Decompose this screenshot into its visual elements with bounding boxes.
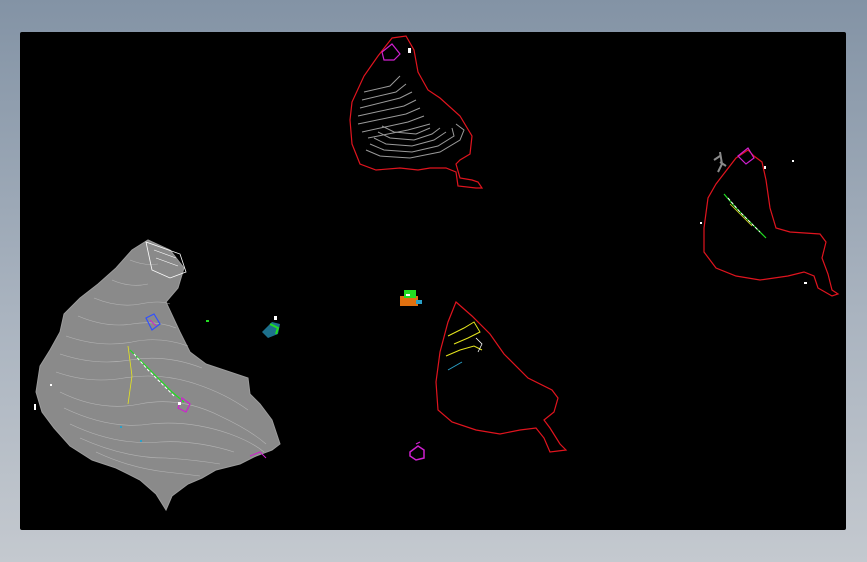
cad-drawing-canvas[interactable] [20, 32, 846, 530]
site-south-features [445, 321, 483, 371]
magenta-marker [409, 441, 425, 461]
site-east-features [700, 147, 807, 284]
cad-drawing-viewport[interactable] [20, 32, 846, 530]
site-north-boundary [349, 35, 484, 189]
terrain-mass [35, 239, 281, 512]
center-block [400, 290, 422, 306]
site-east-boundary [703, 149, 840, 297]
site-south-boundary [435, 300, 568, 453]
site-north-contours [357, 75, 465, 159]
small-structure [206, 316, 280, 338]
site-north-markers [381, 43, 411, 61]
